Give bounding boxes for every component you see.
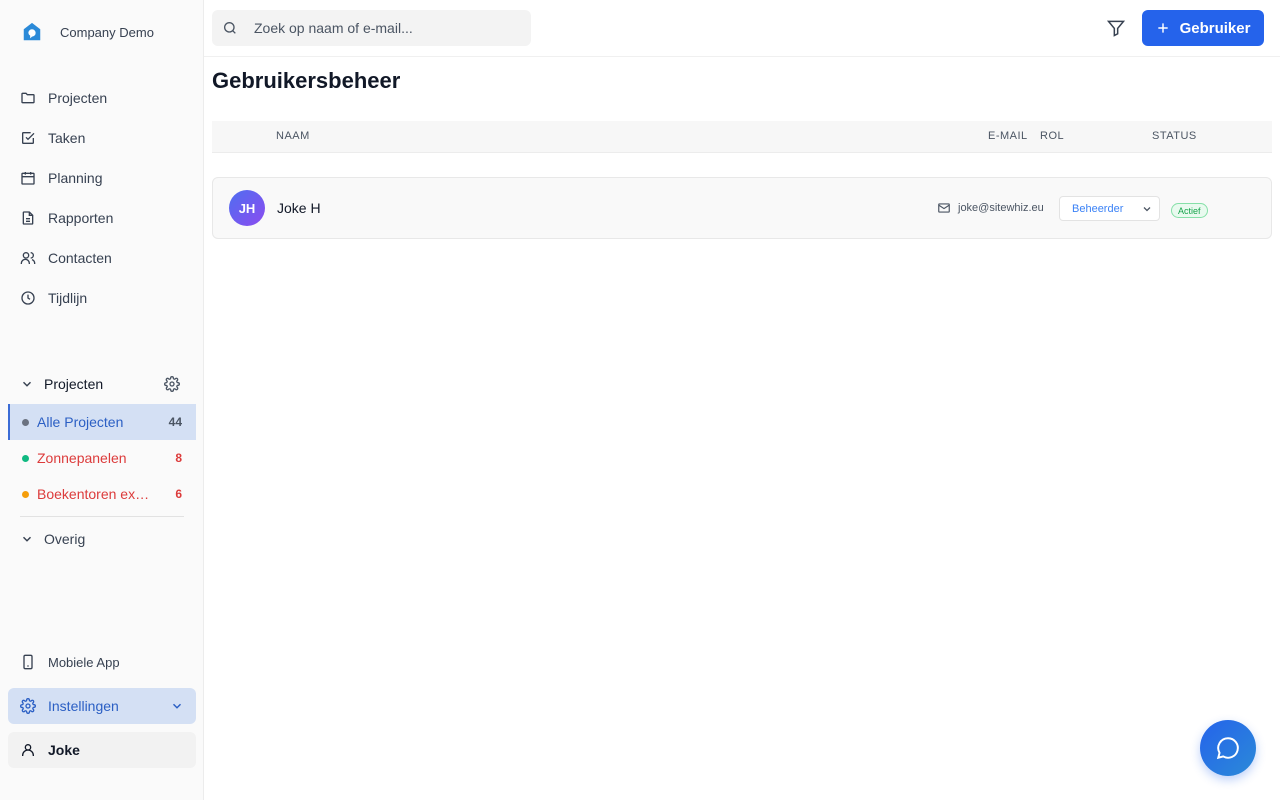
settings-menu[interactable]: Instellingen (8, 688, 196, 724)
user-icon (20, 742, 36, 758)
chat-bubble-icon (1215, 735, 1241, 761)
user-label: Joke (48, 742, 80, 758)
nav-item-rapporten[interactable]: Rapporten (8, 198, 196, 238)
folder-icon (20, 90, 36, 106)
role-select[interactable]: Beheerder (1059, 196, 1160, 221)
add-user-label: Gebruiker (1179, 19, 1251, 37)
chevron-down-icon (1141, 203, 1153, 215)
project-label: Boekentoren ex… (37, 486, 150, 502)
project-dot (22, 454, 29, 462)
nav-item-projecten[interactable]: Projecten (8, 78, 196, 118)
project-dot (22, 490, 29, 498)
project-item-boekentoren[interactable]: Boekentoren ex… 6 (8, 476, 196, 512)
filter-icon[interactable] (1104, 16, 1128, 40)
users-icon (20, 250, 36, 266)
nav-label: Tijdlijn (48, 290, 88, 306)
overig-section-header[interactable]: Overig (8, 521, 196, 557)
role-select-value: Beheerder (1072, 202, 1124, 215)
brand[interactable]: Company Demo (20, 20, 154, 44)
overig-label: Overig (44, 531, 86, 547)
nav-label: Projecten (48, 90, 108, 106)
nav-label: Rapporten (48, 210, 114, 226)
chevron-down-icon (170, 699, 184, 713)
nav-label: Taken (48, 130, 86, 146)
projects-section-title: Projecten (44, 376, 104, 392)
gear-icon (20, 698, 36, 714)
chevron-down-icon (20, 377, 34, 391)
chat-button[interactable] (1200, 720, 1256, 776)
project-count: 8 (175, 451, 182, 465)
user-email: joke@sitewhiz.eu (937, 201, 1044, 215)
projects-section-header[interactable]: Projecten (8, 366, 196, 402)
house-logo-icon (20, 20, 44, 44)
search-input[interactable] (254, 20, 514, 36)
gear-icon[interactable] (164, 376, 180, 392)
nav-label: Contacten (48, 250, 112, 266)
calendar-icon (20, 170, 36, 186)
nav-item-contacten[interactable]: Contacten (8, 238, 196, 278)
nav-item-taken[interactable]: Taken (8, 118, 196, 158)
project-item-zonnepanelen[interactable]: Zonnepanelen 8 (8, 440, 196, 476)
column-header-name[interactable]: NAAM (276, 130, 310, 142)
project-label: Zonnepanelen (37, 450, 127, 466)
nav-label: Planning (48, 170, 103, 186)
column-header-status[interactable]: STATUS (1152, 130, 1197, 142)
user-menu[interactable]: Joke (8, 732, 196, 768)
main-nav: Projecten Taken Planning Rapporten Conta… (8, 78, 196, 318)
search-icon (222, 20, 238, 36)
table-row[interactable]: JH Joke H joke@sitewhiz.eu Beheerder Act… (212, 177, 1272, 239)
user-name: Joke H (277, 200, 321, 216)
project-list: Alle Projecten 44 Zonnepanelen 8 Boekent… (8, 404, 196, 512)
search-box[interactable] (212, 10, 531, 46)
column-header-email[interactable]: E-MAIL (988, 130, 1028, 142)
status-badge: Actief (1171, 203, 1208, 218)
file-text-icon (20, 210, 36, 226)
clock-icon (20, 290, 36, 306)
mobile-app-link[interactable]: Mobiele App (8, 644, 196, 680)
project-count: 44 (168, 415, 182, 429)
project-count: 6 (175, 487, 182, 501)
sidebar-divider (20, 516, 184, 517)
table-header: NAAM E-MAIL ROL STATUS (212, 121, 1272, 153)
nav-item-planning[interactable]: Planning (8, 158, 196, 198)
checkbox-icon (20, 130, 36, 146)
plus-icon (1156, 21, 1170, 35)
column-header-role[interactable]: ROL (1040, 130, 1064, 142)
settings-label: Instellingen (48, 698, 119, 714)
topbar: Gebruiker (204, 0, 1280, 57)
project-item-alle-projecten[interactable]: Alle Projecten 44 (8, 404, 196, 440)
add-user-button[interactable]: Gebruiker (1142, 10, 1264, 46)
company-name: Company Demo (60, 24, 154, 40)
avatar: JH (229, 190, 265, 226)
mobile-app-label: Mobiele App (48, 654, 120, 670)
page-title: Gebruikersbeheer (212, 68, 401, 93)
project-dot (22, 418, 29, 426)
project-label: Alle Projecten (37, 414, 124, 430)
sidebar: Company Demo Projecten Taken Planning Ra… (0, 0, 204, 800)
mail-icon (937, 201, 951, 215)
chevron-down-icon (20, 532, 34, 546)
smartphone-icon (20, 654, 36, 670)
user-email-text: joke@sitewhiz.eu (958, 202, 1044, 214)
nav-item-tijdlijn[interactable]: Tijdlijn (8, 278, 196, 318)
